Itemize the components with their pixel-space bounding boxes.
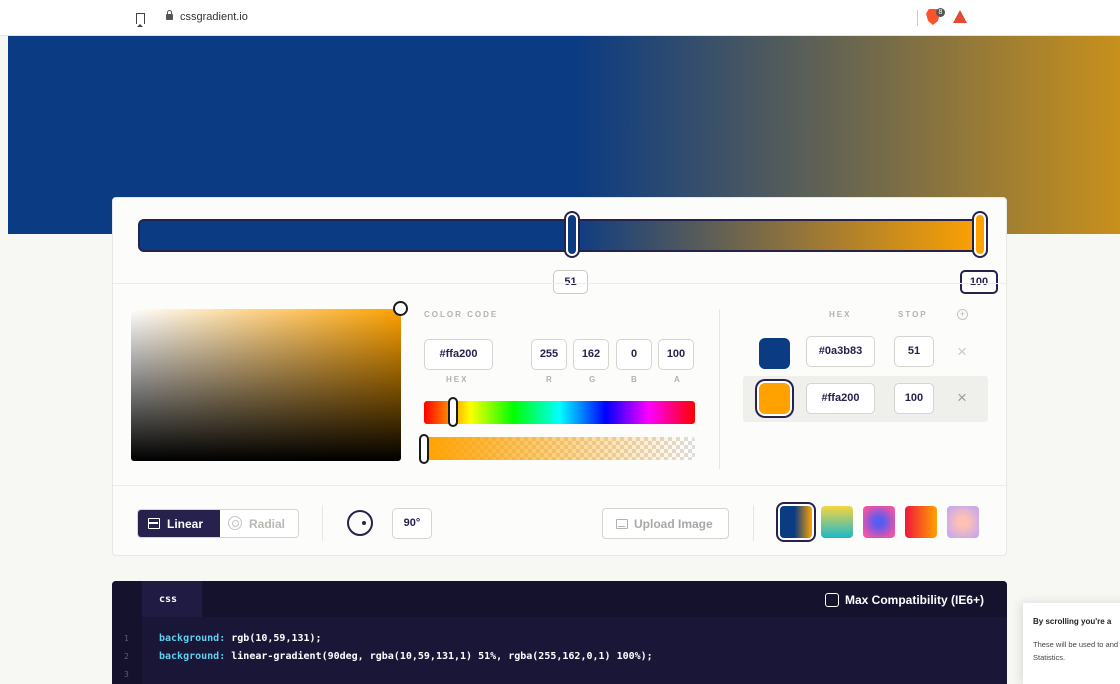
css-property: background: (159, 651, 226, 662)
alpha-input[interactable]: 100 (658, 339, 694, 370)
r-label: R (546, 375, 554, 384)
divider (113, 283, 1006, 284)
color-code-heading: COLOR CODE (424, 310, 499, 319)
upload-image-button[interactable]: Upload Image (602, 508, 729, 539)
stop-column-header: STOP (898, 310, 928, 319)
hex-input[interactable]: #ffa200 (424, 339, 493, 370)
red-input[interactable]: 255 (531, 339, 567, 370)
alpha-slider-handle[interactable] (419, 434, 429, 464)
gradient-type-toggle: Linear Radial (137, 509, 299, 538)
code-line-1[interactable]: background: rgb(10,59,131); (159, 633, 322, 644)
page-edge (0, 36, 8, 684)
saturation-value-picker[interactable] (131, 309, 401, 461)
divider (322, 505, 323, 541)
hue-slider[interactable] (424, 401, 695, 424)
b-label: B (631, 375, 639, 384)
max-compatibility-label[interactable]: Max Compatibility (IE6+) (845, 593, 984, 607)
linear-button[interactable]: Linear (138, 510, 220, 537)
line-number: 1 (124, 634, 129, 643)
preset-gradient-3[interactable] (863, 506, 895, 538)
angle-dial-icon[interactable] (347, 510, 373, 536)
divider (719, 309, 720, 469)
divider (113, 485, 1006, 486)
code-tab-bar: css Max Compatibility (IE6+) (112, 581, 1007, 617)
stop-position-label-1[interactable]: 51 (553, 270, 588, 294)
address-bar-url[interactable]: cssgradient.io (180, 11, 248, 23)
add-stop-icon[interactable]: + (957, 309, 968, 320)
preset-gradient-5[interactable] (947, 506, 979, 538)
radial-icon (228, 516, 242, 530)
line-number: 2 (124, 652, 129, 661)
brave-rewards-icon[interactable] (953, 10, 967, 23)
preset-gradient-2[interactable] (821, 506, 853, 538)
angle-input[interactable]: 90° (392, 508, 432, 539)
shields-count-badge: 8 (936, 8, 945, 17)
toolbar-divider (917, 10, 918, 26)
css-value: rgb(10,59,131); (225, 633, 322, 644)
cookie-title: By scrolling you're a (1033, 617, 1112, 626)
remove-stop-icon-2[interactable]: × (957, 389, 967, 406)
green-input[interactable]: 162 (573, 339, 609, 370)
a-label: A (674, 375, 682, 384)
stop-color-swatch-1[interactable] (759, 338, 790, 369)
divider (753, 505, 754, 541)
hue-slider-handle[interactable] (448, 397, 458, 427)
radial-button[interactable]: Radial (220, 510, 298, 537)
stop-position-input-2[interactable]: 100 (894, 383, 934, 414)
stop-position-label-2[interactable]: 100 (960, 270, 998, 294)
blue-input[interactable]: 0 (616, 339, 652, 370)
linear-icon (148, 518, 160, 529)
alpha-slider[interactable] (424, 437, 695, 460)
color-picker-cursor[interactable] (393, 301, 408, 316)
stop-position-input-1[interactable]: 51 (894, 336, 934, 367)
g-label: G (589, 375, 598, 384)
hex-column-header: HEX (829, 310, 852, 319)
gradient-stops-track[interactable] (138, 219, 984, 252)
upload-image-label: Upload Image (634, 517, 713, 531)
cookie-notice: By scrolling you're a These will be used… (1023, 603, 1120, 684)
stop-color-swatch-2[interactable] (759, 383, 790, 414)
gradient-editor-panel: 51 100 COLOR CODE #ffa200 255 162 0 100 … (112, 197, 1007, 556)
gradient-stop-handle-2[interactable] (974, 213, 986, 256)
gradient-stop-handle-1[interactable] (566, 213, 578, 256)
browser-toolbar: cssgradient.io 8 (0, 0, 1120, 36)
remove-stop-icon-1[interactable]: × (957, 343, 967, 360)
css-value: linear-gradient(90deg, rgba(10,59,131,1)… (225, 651, 653, 662)
preset-gradient-1[interactable] (780, 506, 812, 538)
lock-icon[interactable] (166, 10, 173, 20)
linear-label: Linear (167, 517, 204, 531)
stop-hex-input-1[interactable]: #0a3b83 (806, 336, 875, 367)
image-icon (616, 519, 628, 529)
radial-label: Radial (249, 517, 286, 531)
line-number: 3 (124, 670, 129, 679)
line-number-gutter: 1 2 3 (112, 617, 142, 684)
max-compatibility-checkbox[interactable] (825, 593, 839, 607)
bookmark-icon[interactable] (136, 13, 145, 27)
cookie-body: These will be used to and Statistics. (1033, 640, 1119, 662)
preset-gradient-4[interactable] (905, 506, 937, 538)
stop-hex-input-2[interactable]: #ffa200 (806, 383, 875, 414)
tab-css[interactable]: css (142, 581, 202, 617)
code-line-2[interactable]: background: linear-gradient(90deg, rgba(… (159, 651, 653, 662)
css-property: background: (159, 633, 226, 644)
hex-label: HEX (446, 375, 469, 384)
css-code-panel: css Max Compatibility (IE6+) 1 2 3 backg… (112, 581, 1007, 684)
